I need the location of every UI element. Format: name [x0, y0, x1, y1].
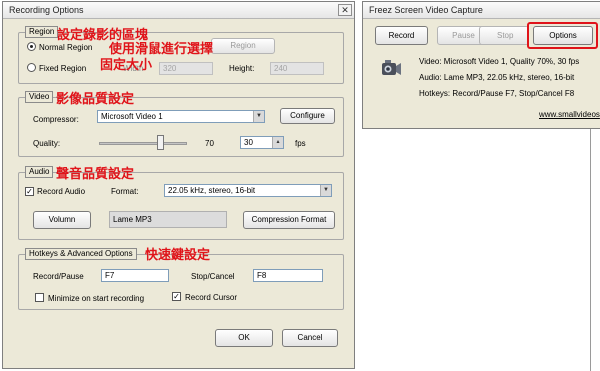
quality-value: 70: [205, 139, 214, 148]
volume-button-label: Volumn: [48, 215, 76, 224]
record-button-label: Record: [388, 31, 415, 40]
record-button[interactable]: Record: [375, 26, 428, 45]
close-icon[interactable]: ✕: [338, 4, 352, 16]
website-link[interactable]: www.smallvideos: [539, 110, 600, 119]
format-value: 22.05 kHz, stereo, 16-bit: [168, 186, 256, 195]
record-cursor-label: Record Cursor: [185, 293, 238, 302]
audio-group: Audio ✓ Record Audio Format: 22.05 kHz, …: [18, 166, 344, 240]
capture-title-bar: Freez Screen Video Capture: [363, 2, 600, 19]
record-pause-field[interactable]: F7: [101, 269, 169, 282]
record-audio-checkbox[interactable]: ✓: [25, 187, 34, 196]
capture-window: Freez Screen Video Capture Record Pause …: [362, 1, 600, 129]
record-pause-label: Record/Pause: [33, 272, 84, 281]
format-dropdown[interactable]: 22.05 kHz, stereo, 16-bit ▼: [164, 184, 332, 197]
configure-button-label: Configure: [290, 111, 325, 120]
height-label: Height:: [229, 64, 255, 73]
region-button[interactable]: Region: [211, 38, 275, 54]
quality-slider-track[interactable]: [99, 142, 187, 145]
capture-window-title: Freez Screen Video Capture: [369, 5, 483, 15]
fps-label: fps: [295, 139, 306, 148]
compressor-label: Compressor:: [33, 115, 79, 124]
options-button-label: Options: [549, 31, 577, 40]
spinner-icon[interactable]: ▴: [272, 137, 283, 148]
audio-codec-value: Lame MP3: [113, 215, 152, 224]
cancel-button-label: Cancel: [297, 333, 323, 342]
quality-label: Quality:: [33, 139, 61, 148]
stop-cancel-label: Stop/Cancel: [191, 272, 235, 281]
hotkeys-legend: Hotkeys & Advanced Options: [25, 248, 137, 260]
audio-legend: Audio: [25, 166, 54, 178]
height-value: 240: [274, 64, 288, 73]
stop-button-label: Stop: [497, 31, 514, 40]
pause-button-label: Pause: [452, 31, 475, 40]
options-button[interactable]: Options: [533, 26, 593, 45]
audio-codec-field: Lame MP3: [109, 211, 227, 228]
cancel-button[interactable]: Cancel: [282, 329, 338, 347]
region-legend: Region: [25, 26, 59, 38]
info-audio: Audio: Lame MP3, 22.05 kHz, stereo, 16-b…: [419, 73, 575, 82]
stop-cancel-value: F8: [257, 271, 267, 280]
height-field[interactable]: 240: [270, 62, 324, 75]
volume-button[interactable]: Volumn: [33, 211, 91, 229]
normal-region-label: Normal Region: [39, 43, 93, 52]
info-video: Video: Microsoft Video 1, Quality 70%, 3…: [419, 57, 580, 66]
right-edge-divider: [590, 129, 591, 371]
video-quality-annotation: 影像品質設定: [56, 91, 135, 106]
minimize-label: Minimize on start recording: [48, 294, 145, 303]
format-label: Format:: [111, 187, 139, 196]
record-audio-label: Record Audio: [37, 187, 86, 196]
compression-format-button[interactable]: Compression Format: [243, 211, 335, 229]
quality-slider-thumb[interactable]: [156, 135, 164, 150]
window-title: Recording Options: [9, 5, 84, 15]
chevron-down-icon[interactable]: ▼: [320, 185, 331, 196]
ok-button-label: OK: [238, 333, 250, 342]
compressor-dropdown[interactable]: Microsoft Video 1 ▼: [97, 110, 265, 123]
hotkey-annotation: 快速鍵設定: [145, 247, 211, 262]
video-legend: Video: [25, 91, 54, 103]
fps-field[interactable]: 30 ▴: [240, 136, 284, 149]
minimize-checkbox[interactable]: [35, 293, 44, 302]
width-value: 320: [163, 64, 177, 73]
fps-value: 30: [244, 138, 253, 147]
width-field[interactable]: 320: [159, 62, 213, 75]
info-hotkeys: Hotkeys: Record/Pause F7, Stop/Cancel F8: [419, 89, 575, 98]
ok-button[interactable]: OK: [215, 329, 273, 347]
compressor-value: Microsoft Video 1: [101, 112, 163, 121]
fixed-size-annotation: 固定大小: [100, 57, 153, 72]
normal-region-radio[interactable]: [27, 42, 36, 51]
audio-quality-annotation: 聲音品質設定: [56, 166, 135, 181]
compression-format-label: Compression Format: [251, 215, 327, 224]
region-button-label: Region: [230, 41, 256, 50]
stop-cancel-field[interactable]: F8: [253, 269, 323, 282]
fixed-region-radio[interactable]: [27, 63, 36, 72]
title-bar: Recording Options ✕: [3, 2, 354, 19]
configure-button[interactable]: Configure: [280, 108, 335, 124]
record-pause-value: F7: [105, 271, 115, 280]
chevron-down-icon[interactable]: ▼: [253, 111, 264, 122]
camera-icon: [380, 57, 402, 79]
fixed-region-label: Fixed Region: [39, 64, 87, 73]
record-cursor-checkbox[interactable]: ✓: [172, 292, 181, 301]
